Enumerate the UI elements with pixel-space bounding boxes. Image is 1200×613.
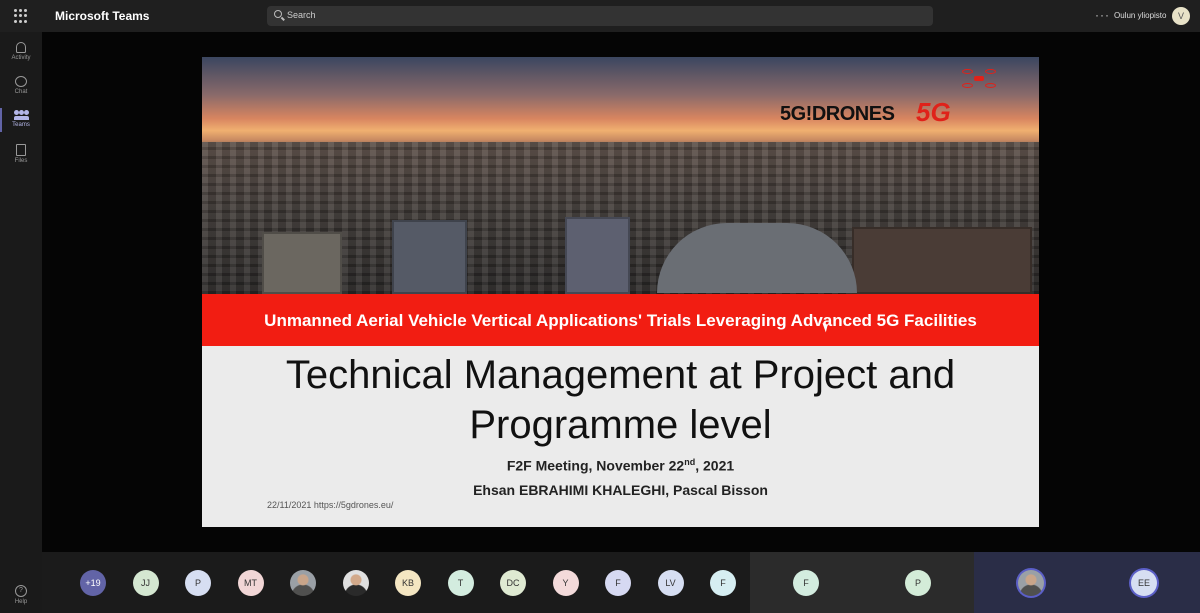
avatar: P (905, 570, 931, 596)
rail-item-label: Files (14, 158, 28, 164)
participant-avatar[interactable]: T (447, 570, 474, 596)
building (262, 232, 342, 294)
authors: Ehsan EBRAHIMI KHALEGHI, Pascal Bisson (473, 482, 768, 498)
avatar: EE (1131, 570, 1157, 596)
shared-slide: 5G!DRONES 5G Unmanned Aerial Vehicle Ver… (202, 57, 1039, 527)
rail-item-label: Chat (14, 89, 28, 95)
search-input[interactable]: Search (267, 6, 933, 26)
teams-icon (14, 110, 29, 120)
rail-item-chat[interactable]: Chat (0, 70, 42, 104)
rail-item-help[interactable]: ? Help (0, 579, 42, 613)
meeting-date-suffix: nd (684, 457, 696, 467)
search-placeholder: Search (287, 10, 316, 20)
banner-text: Unmanned Aerial Vehicle Vertical Applica… (264, 311, 977, 330)
participant-avatar[interactable]: DC (500, 570, 526, 596)
file-icon (16, 144, 26, 156)
building (852, 227, 1032, 294)
title-bar: Microsoft Teams Search ··· Oulun yliopis… (0, 0, 1200, 32)
building (565, 217, 630, 294)
chat-icon (15, 76, 27, 87)
participant-avatar[interactable]: LV (657, 570, 684, 596)
building (392, 220, 467, 294)
user-avatar[interactable]: V (1172, 7, 1190, 25)
logo-5g: 5G (916, 97, 951, 127)
meeting-date-year: , 2021 (695, 457, 735, 474)
meeting-date: F2F Meeting, November 22nd, 2021 (202, 457, 1039, 474)
city-photo: 5G!DRONES 5G (202, 57, 1039, 294)
slide-title-line1: Technical Management at Project and (285, 353, 956, 397)
slide-footer: 22/11/2021 https://5gdrones.eu/ (267, 500, 394, 510)
rail-item-activity[interactable]: Activity (0, 36, 42, 70)
avatar: F (793, 570, 819, 596)
participant-avatar[interactable]: KB (395, 570, 421, 596)
participant-avatar[interactable]: MT (237, 570, 264, 596)
rail-item-label: Teams (12, 122, 30, 128)
app-launcher-icon[interactable] (14, 9, 28, 23)
search-icon (274, 10, 282, 18)
drone-icon (962, 69, 996, 88)
participant-tile[interactable]: F (750, 552, 862, 613)
participant-tile[interactable]: EE (1088, 552, 1200, 613)
participant-avatar[interactable] (290, 570, 316, 596)
more-participants-button[interactable]: +19 (80, 570, 106, 596)
participant-tile[interactable]: P (862, 552, 974, 613)
help-icon: ? (15, 585, 27, 597)
participant-avatar[interactable]: F (710, 570, 736, 596)
participant-avatar[interactable]: JJ (132, 570, 159, 596)
avatar (1018, 570, 1044, 596)
slide-title-line2: Programme level (469, 403, 772, 447)
slide-title: Technical Management at Project and Prog… (202, 350, 1039, 450)
organization-name[interactable]: Oulun yliopisto (1114, 11, 1166, 20)
bell-icon (16, 42, 26, 53)
participant-avatar[interactable] (342, 570, 369, 596)
participant-avatar[interactable]: P (185, 570, 211, 596)
slide-banner: Unmanned Aerial Vehicle Vertical Applica… (202, 294, 1039, 346)
project-logo: 5G!DRONES 5G (780, 91, 980, 135)
more-options-icon[interactable]: ··· (1095, 8, 1110, 22)
rail-item-label: Activity (11, 55, 31, 61)
rail-item-teams[interactable]: Teams (0, 104, 42, 138)
app-title: Microsoft Teams (55, 9, 150, 23)
meeting-date-text: F2F Meeting, November 22 (506, 457, 685, 474)
participant-tile[interactable] (974, 552, 1088, 613)
rail-item-label: Help (14, 599, 28, 605)
participant-avatar[interactable]: Y (552, 570, 579, 596)
participant-avatar[interactable]: F (605, 570, 631, 596)
app-rail: Activity Chat Teams Files ? Help (0, 32, 42, 613)
logo-text: 5G!DRONES (780, 103, 895, 125)
participant-gallery: +19 JJ P MT KB T DC Y F LV F F P EE (42, 552, 1200, 613)
rail-item-files[interactable]: Files (0, 138, 42, 172)
